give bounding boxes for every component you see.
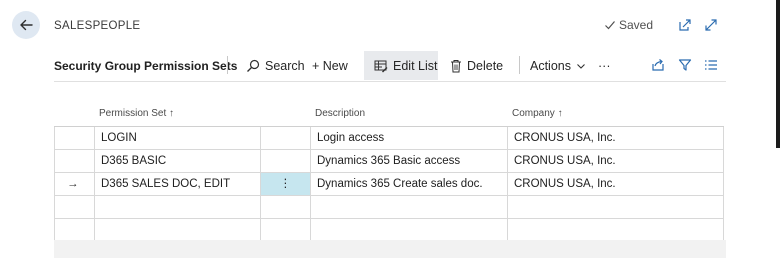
- actions-label: Actions: [530, 58, 571, 73]
- open-in-new-window-icon[interactable]: [678, 18, 692, 32]
- column-header-description[interactable]: Description: [315, 108, 365, 119]
- table-row[interactable]: D365 BASIC Dynamics 365 Basic access CRO…: [54, 150, 724, 173]
- table-row-empty[interactable]: [54, 219, 724, 242]
- chevron-down-icon: [577, 63, 585, 69]
- company-cell[interactable]: [508, 196, 724, 218]
- toolbar-separator: [519, 56, 520, 74]
- trash-icon: [451, 59, 461, 72]
- description-cell[interactable]: Dynamics 365 Basic access: [311, 150, 508, 172]
- column-header-company[interactable]: Company ↑: [512, 108, 563, 119]
- filter-icon[interactable]: [678, 58, 692, 72]
- back-button[interactable]: [12, 11, 40, 39]
- row-menu-cell[interactable]: [261, 196, 311, 218]
- checkmark-icon: [605, 21, 615, 30]
- company-cell[interactable]: [508, 219, 724, 241]
- description-cell[interactable]: [311, 196, 508, 218]
- row-menu-ellipsis-button[interactable]: ⋮: [261, 173, 311, 195]
- company-cell[interactable]: CRONUS USA, Inc.: [508, 173, 724, 195]
- list-view-icon[interactable]: [704, 58, 718, 72]
- permission-sets-table: LOGIN Login access CRONUS USA, Inc. D365…: [54, 126, 724, 242]
- back-arrow-icon: [20, 19, 33, 31]
- row-marker: [54, 127, 95, 149]
- permission-set-cell[interactable]: [95, 196, 261, 218]
- new-label: + New: [312, 58, 348, 73]
- expand-icon[interactable]: [704, 18, 718, 32]
- new-button[interactable]: + New: [312, 51, 358, 80]
- description-cell[interactable]: Login access: [311, 127, 508, 149]
- window-edge: [776, 0, 780, 148]
- saved-label: Saved: [619, 18, 654, 32]
- row-marker: [54, 150, 95, 172]
- action-bar: Security Group Permission Sets Search + …: [54, 50, 726, 82]
- company-cell[interactable]: CRONUS USA, Inc.: [508, 127, 724, 149]
- delete-label: Delete: [467, 58, 504, 73]
- page-title: Security Group Permission Sets: [54, 59, 238, 73]
- search-button[interactable]: Search: [246, 51, 306, 80]
- table-row-empty[interactable]: [54, 196, 724, 219]
- more-options-button[interactable]: ···: [598, 51, 618, 80]
- company-cell[interactable]: CRONUS USA, Inc.: [508, 150, 724, 172]
- table-footer-band: [54, 240, 726, 258]
- column-header-permission-set[interactable]: Permission Set ↑: [99, 108, 174, 119]
- table-row-selected[interactable]: → D365 SALES DOC, EDIT ⋮ Dynamics 365 Cr…: [54, 173, 724, 196]
- edit-list-label: Edit List: [393, 58, 438, 73]
- page-caption: SALESPEOPLE: [54, 20, 141, 32]
- row-marker: [54, 219, 95, 241]
- permission-set-cell[interactable]: D365 SALES DOC, EDIT: [95, 173, 261, 195]
- search-icon: [247, 59, 260, 72]
- search-label: Search: [265, 58, 305, 73]
- permission-set-cell[interactable]: D365 BASIC: [95, 150, 261, 172]
- row-menu-cell[interactable]: [261, 150, 311, 172]
- permission-set-cell[interactable]: LOGIN: [95, 127, 261, 149]
- saved-status: Saved: [604, 18, 653, 32]
- row-marker: [54, 196, 95, 218]
- description-cell[interactable]: Dynamics 365 Create sales doc.: [311, 173, 508, 195]
- row-menu-cell[interactable]: [261, 219, 311, 241]
- table-row[interactable]: LOGIN Login access CRONUS USA, Inc.: [54, 127, 724, 150]
- more-label: ···: [598, 58, 611, 73]
- column-header-row: Permission Set ↑ Description Company ↑: [54, 104, 726, 124]
- toolbar-separator: [227, 56, 228, 74]
- delete-button[interactable]: Delete: [450, 51, 510, 80]
- share-icon[interactable]: [651, 58, 665, 72]
- description-cell[interactable]: [311, 219, 508, 241]
- row-arrow-marker: →: [54, 173, 95, 195]
- edit-list-button[interactable]: Edit List: [364, 51, 438, 80]
- row-menu-cell[interactable]: [261, 127, 311, 149]
- actions-menu-button[interactable]: Actions: [530, 51, 586, 80]
- edit-list-icon: [374, 60, 388, 72]
- permission-set-cell[interactable]: [95, 219, 261, 241]
